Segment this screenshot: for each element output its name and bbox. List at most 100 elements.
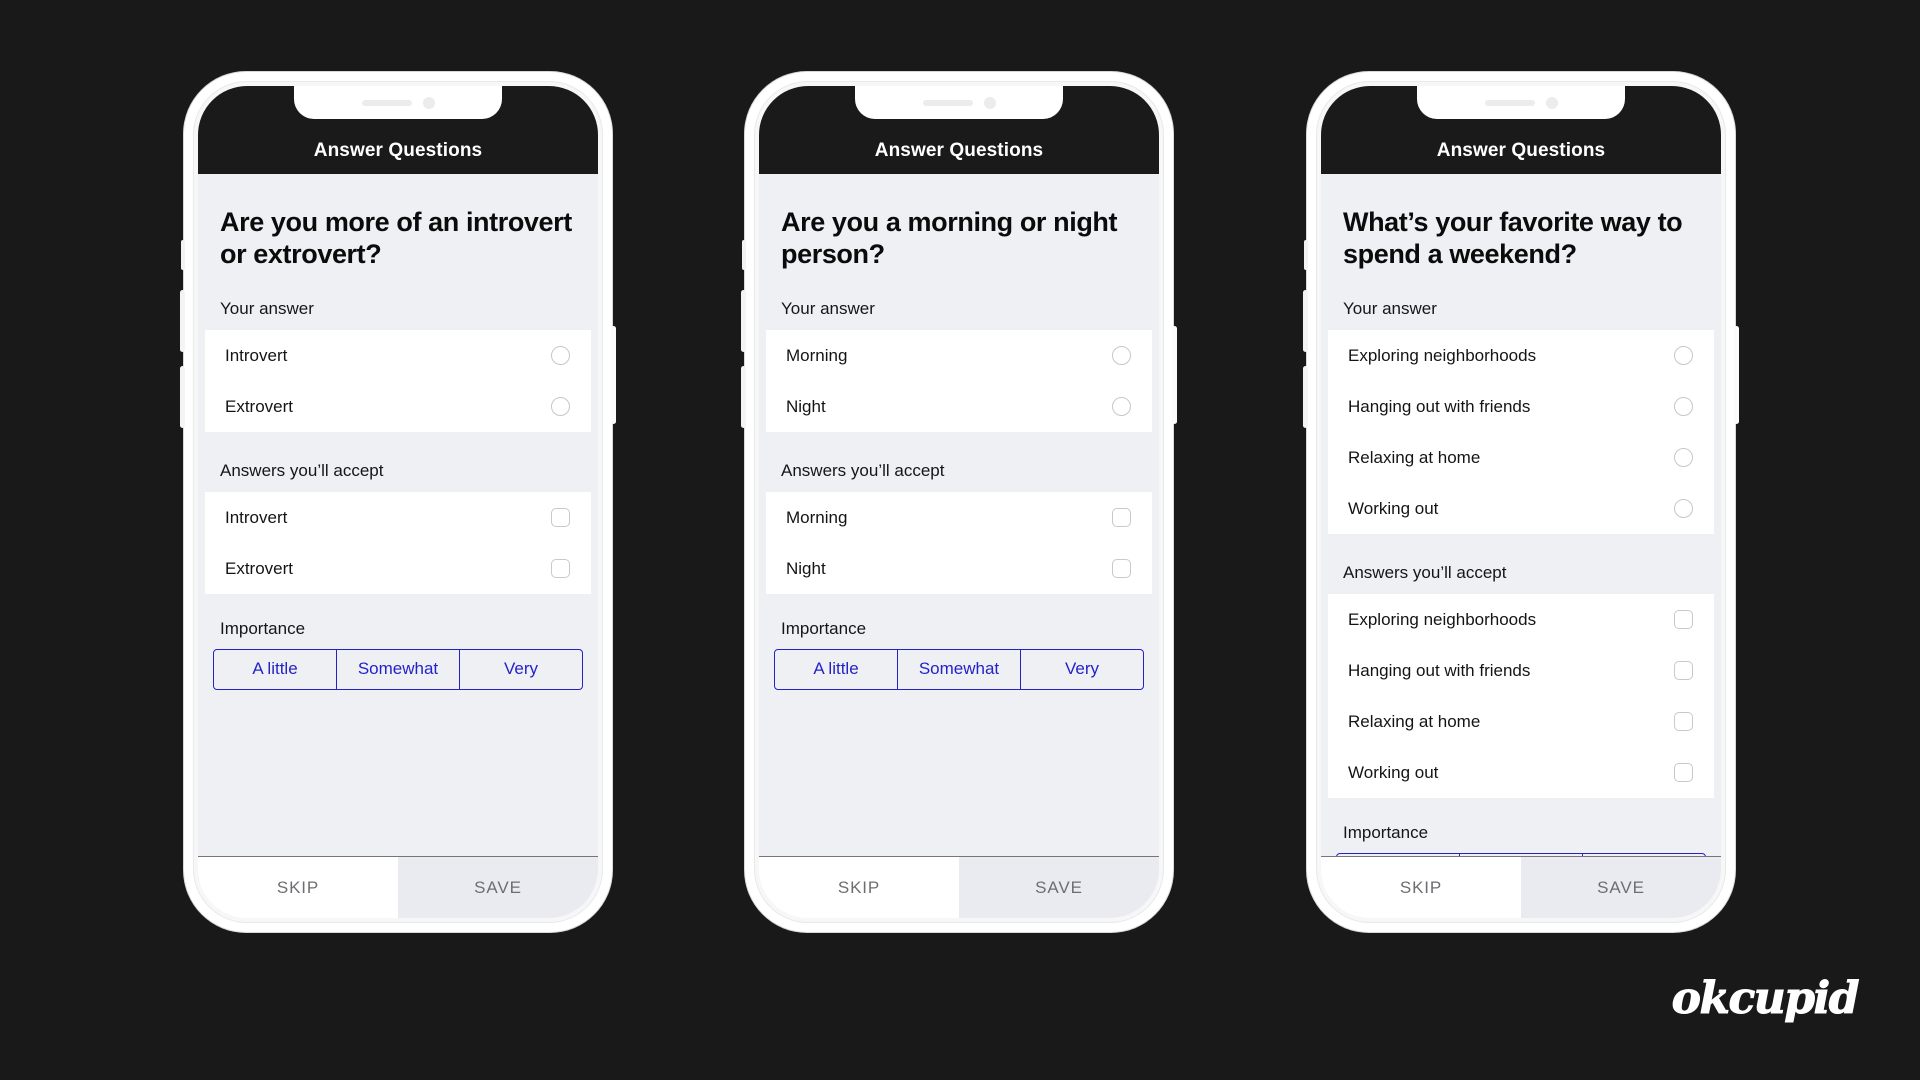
accept-option-label: Extrovert <box>225 558 294 578</box>
accept-option-row[interactable]: Morning <box>766 492 1152 543</box>
answer-option-row[interactable]: Working out <box>1328 483 1714 534</box>
volume-down-button[interactable] <box>1303 366 1308 428</box>
volume-up-button[interactable] <box>741 290 746 352</box>
accept-option-row[interactable]: Exploring neighborhoods <box>1328 594 1714 645</box>
content-scroller[interactable]: Are you more of an introvert or extrover… <box>198 174 598 691</box>
radio-button-icon[interactable] <box>551 346 570 366</box>
accept-option-row[interactable]: Night <box>766 543 1152 594</box>
answer-option-label: Working out <box>1348 498 1439 518</box>
save-button[interactable]: SAVE <box>398 857 598 918</box>
okcupid-logo: okcupid <box>1671 973 1860 1025</box>
importance-option-a-little[interactable]: A little <box>775 650 898 690</box>
earpiece-speaker-icon <box>922 99 973 106</box>
silence-switch[interactable] <box>181 240 185 270</box>
answer-option-row[interactable]: Relaxing at home <box>1328 432 1714 483</box>
radio-button-icon[interactable] <box>1674 397 1693 417</box>
importance-option-a-little[interactable]: A little <box>214 650 337 690</box>
answer-option-row[interactable]: Hanging out with friends <box>1328 381 1714 432</box>
answers-accept-card: Exploring neighborhoods Hanging out with… <box>1328 594 1714 799</box>
radio-button-icon[interactable] <box>1674 448 1693 468</box>
answer-option-row[interactable]: Night <box>766 381 1152 432</box>
checkbox-icon[interactable] <box>1674 712 1693 732</box>
answer-option-label: Extrovert <box>225 396 294 416</box>
question-text: Are you more of an introvert or extrover… <box>220 207 572 270</box>
phone-mockup-1: Answer Questions Are you more of an intr… <box>180 72 616 932</box>
your-answer-card: Exploring neighborhoods Hanging out with… <box>1328 330 1714 535</box>
importance-label: Importance <box>1343 823 1429 843</box>
accept-option-row[interactable]: Introvert <box>205 492 591 543</box>
answer-option-row[interactable]: Morning <box>766 330 1152 381</box>
volume-up-button[interactable] <box>1303 290 1308 352</box>
accept-option-row[interactable]: Relaxing at home <box>1328 696 1714 747</box>
save-button[interactable]: SAVE <box>1521 857 1721 918</box>
phone-screen-3: Answer Questions What’s your favorite wa… <box>1321 86 1721 918</box>
checkbox-icon[interactable] <box>1112 508 1131 528</box>
power-button[interactable] <box>1172 326 1177 424</box>
answer-option-label: Relaxing at home <box>1348 447 1481 467</box>
accept-option-row[interactable]: Working out <box>1328 747 1714 798</box>
volume-down-button[interactable] <box>180 366 185 428</box>
importance-option-very[interactable]: Very <box>460 650 582 689</box>
accept-option-row[interactable]: Hanging out with friends <box>1328 645 1714 696</box>
checkbox-icon[interactable] <box>1674 763 1693 783</box>
checkbox-icon[interactable] <box>551 559 570 579</box>
page-title: Answer Questions <box>313 140 483 161</box>
question-content: Are you a morning or night person? Your … <box>759 174 1159 856</box>
radio-button-icon[interactable] <box>1112 397 1131 417</box>
checkbox-icon[interactable] <box>1112 559 1131 579</box>
answer-option-label: Hanging out with friends <box>1348 396 1531 416</box>
volume-up-button[interactable] <box>180 290 185 352</box>
answer-option-label: Exploring neighborhoods <box>1348 345 1537 365</box>
importance-option-somewhat[interactable]: Somewhat <box>898 650 1021 690</box>
action-bar: SKIP SAVE <box>198 856 598 918</box>
silence-switch[interactable] <box>1304 240 1308 270</box>
accept-option-row[interactable]: Extrovert <box>205 543 591 594</box>
importance-segmented-control[interactable]: A little Somewhat Very <box>774 649 1144 691</box>
page-title: Answer Questions <box>874 140 1044 161</box>
answers-accept-label: Answers you’ll accept <box>1343 563 1507 583</box>
importance-option-somewhat[interactable]: Somewhat <box>337 650 460 690</box>
answer-option-row[interactable]: Extrovert <box>205 381 591 432</box>
volume-down-button[interactable] <box>741 366 746 428</box>
silence-switch[interactable] <box>742 240 746 270</box>
skip-button[interactable]: SKIP <box>1321 857 1521 918</box>
skip-button[interactable]: SKIP <box>759 857 959 918</box>
your-answer-label: Your answer <box>1343 299 1437 319</box>
accept-option-label: Night <box>786 558 826 578</box>
power-button[interactable] <box>1734 326 1739 424</box>
answer-option-row[interactable]: Introvert <box>205 330 591 381</box>
app-topbar: Answer Questions <box>759 86 1159 174</box>
app-topbar: Answer Questions <box>198 86 598 174</box>
answer-option-label: Night <box>786 396 826 416</box>
question-content: What’s your favorite way to spend a week… <box>1321 174 1721 856</box>
checkbox-icon[interactable] <box>1674 610 1693 630</box>
radio-button-icon[interactable] <box>1112 346 1131 366</box>
answer-option-row[interactable]: Exploring neighborhoods <box>1328 330 1714 381</box>
your-answer-card: Introvert Extrovert <box>205 330 591 433</box>
content-scroller[interactable]: What’s your favorite way to spend a week… <box>1321 174 1721 856</box>
skip-button[interactable]: SKIP <box>198 857 398 918</box>
radio-button-icon[interactable] <box>1674 499 1693 519</box>
answers-accept-card: Introvert Extrovert <box>205 492 591 595</box>
save-button[interactable]: SAVE <box>959 857 1159 918</box>
page-title: Answer Questions <box>1436 140 1606 161</box>
radio-button-icon[interactable] <box>1674 346 1693 366</box>
your-answer-card: Morning Night <box>766 330 1152 433</box>
front-camera-icon <box>422 96 435 109</box>
content-scroller[interactable]: Are you a morning or night person? Your … <box>759 174 1159 691</box>
accept-option-label: Working out <box>1348 762 1439 782</box>
importance-segmented-control[interactable]: A little Somewhat Very <box>213 649 583 691</box>
answers-accept-label: Answers you’ll accept <box>220 461 384 481</box>
device-notch <box>855 86 1063 119</box>
earpiece-speaker-icon <box>361 99 412 106</box>
front-camera-icon <box>1545 96 1558 109</box>
power-button[interactable] <box>611 326 616 424</box>
accept-option-label: Introvert <box>225 507 288 527</box>
importance-option-very[interactable]: Very <box>1021 650 1143 689</box>
checkbox-icon[interactable] <box>1674 661 1693 681</box>
radio-button-icon[interactable] <box>551 397 570 417</box>
question-text: What’s your favorite way to spend a week… <box>1343 207 1683 270</box>
answer-option-label: Morning <box>786 345 848 365</box>
importance-label: Importance <box>781 619 867 639</box>
checkbox-icon[interactable] <box>551 508 570 528</box>
